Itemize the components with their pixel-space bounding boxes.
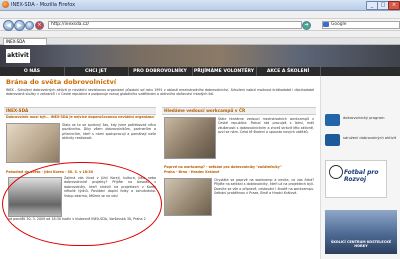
- reload-icon[interactable]: ↻: [25, 21, 34, 30]
- right-sidebar: dobrovolnický program sdružení dobrovoln…: [320, 76, 400, 259]
- bookmarks-toolbar: [0, 31, 400, 38]
- workcamp-photo[interactable]: [164, 117, 216, 159]
- article1-photo[interactable]: [6, 123, 60, 163]
- intro-text: INEX - Sdružení dobrovolných aktivit je …: [6, 88, 314, 97]
- navigation-toolbar: ◀ ▶ ↻ × http://inexsda.cz/ ➜ Google: [0, 19, 400, 31]
- left-article1-text: Stalo se to ve správný čas, kdy jsme pot…: [62, 123, 156, 141]
- intro-title: Brána do světa dobrovolnictví: [6, 78, 117, 86]
- training-center-banner[interactable]: ŠKOLICÍ CENTRUM KOSTELECKÉ HORKY: [325, 210, 397, 254]
- first-workcamp-photo[interactable]: [164, 178, 212, 216]
- tab-bar: INEX-SDA: [0, 38, 400, 45]
- go-icon[interactable]: ➜: [302, 21, 311, 30]
- forward-icon[interactable]: ▶: [14, 20, 25, 31]
- first-workcamp-cities[interactable]: Praha - Brno - Hradec Králové: [164, 170, 314, 175]
- association-icon[interactable]: [325, 134, 340, 146]
- main-nav: O NÁS CHCI JET DOBROVOLNÍKEM PRO DOBROVO…: [0, 67, 400, 83]
- mid-column-header[interactable]: Hledáme vedoucí workcampů v ČR: [162, 107, 316, 115]
- search-input[interactable]: Google: [322, 21, 400, 29]
- site-logo[interactable]: aktivit: [6, 49, 30, 63]
- url-bar[interactable]: http://inexsda.cz/: [48, 21, 302, 29]
- nav-we-accept[interactable]: PŘIJÍMÁME VOLONTÉRY: [192, 67, 257, 76]
- nav-events[interactable]: AKCE A ŠKOLENÍ: [256, 67, 321, 76]
- ball-icon: [329, 165, 343, 179]
- first-workcamp-text: Chystáte se poprvé na workcamp a nevíte,…: [214, 178, 314, 196]
- training-center-label: ŠKOLICÍ CENTRUM KOSTELECKÉ HORKY: [330, 240, 392, 249]
- sidebar-item-program[interactable]: dobrovolnický program: [343, 116, 397, 120]
- stop-icon[interactable]: ×: [35, 21, 44, 30]
- nav-become-volunteer[interactable]: CHCI JET DOBROVOLNÍKEM: [64, 67, 129, 83]
- highlight-circle: [2, 162, 162, 246]
- web-page: aktivit O NÁS CHCI JET DOBROVOLNÍKEM PRO…: [0, 45, 400, 259]
- back-icon[interactable]: ◀: [3, 20, 14, 31]
- google-icon: [323, 22, 329, 27]
- football-banner[interactable]: Fotbal pro Rozvoj: [325, 160, 387, 198]
- volunteer-program-icon[interactable]: [325, 114, 340, 126]
- menubar: Soubor Úpravy Zobrazit Historie Záložky …: [0, 11, 400, 28]
- firefox-icon: [2, 1, 9, 8]
- header-banner: aktivit: [0, 45, 400, 67]
- nav-about[interactable]: O NÁS: [0, 67, 65, 76]
- window-titlebar: INEX-SDA - Mozilla Firefox _ □ ×: [0, 0, 400, 11]
- tab-inex[interactable]: INEX-SDA: [3, 38, 47, 45]
- window-title: INEX-SDA - Mozilla Firefox: [11, 2, 76, 8]
- football-banner-label: Fotbal pro Rozvoj: [344, 169, 379, 183]
- nav-for-volunteers[interactable]: PRO DOBROVOLNÍKY: [128, 67, 193, 76]
- close-button[interactable]: ×: [388, 1, 400, 10]
- left-column-header[interactable]: INEX-SDA: [4, 107, 156, 115]
- mid-article1-text: Stále hledáme vedoucí mezinárodních work…: [218, 117, 314, 135]
- sidebar-item-association[interactable]: sdružení dobrovolných aktivit: [343, 136, 397, 140]
- left-article1-title[interactable]: Dobrovolník musí být... INEX-SDA je nejv…: [6, 115, 156, 120]
